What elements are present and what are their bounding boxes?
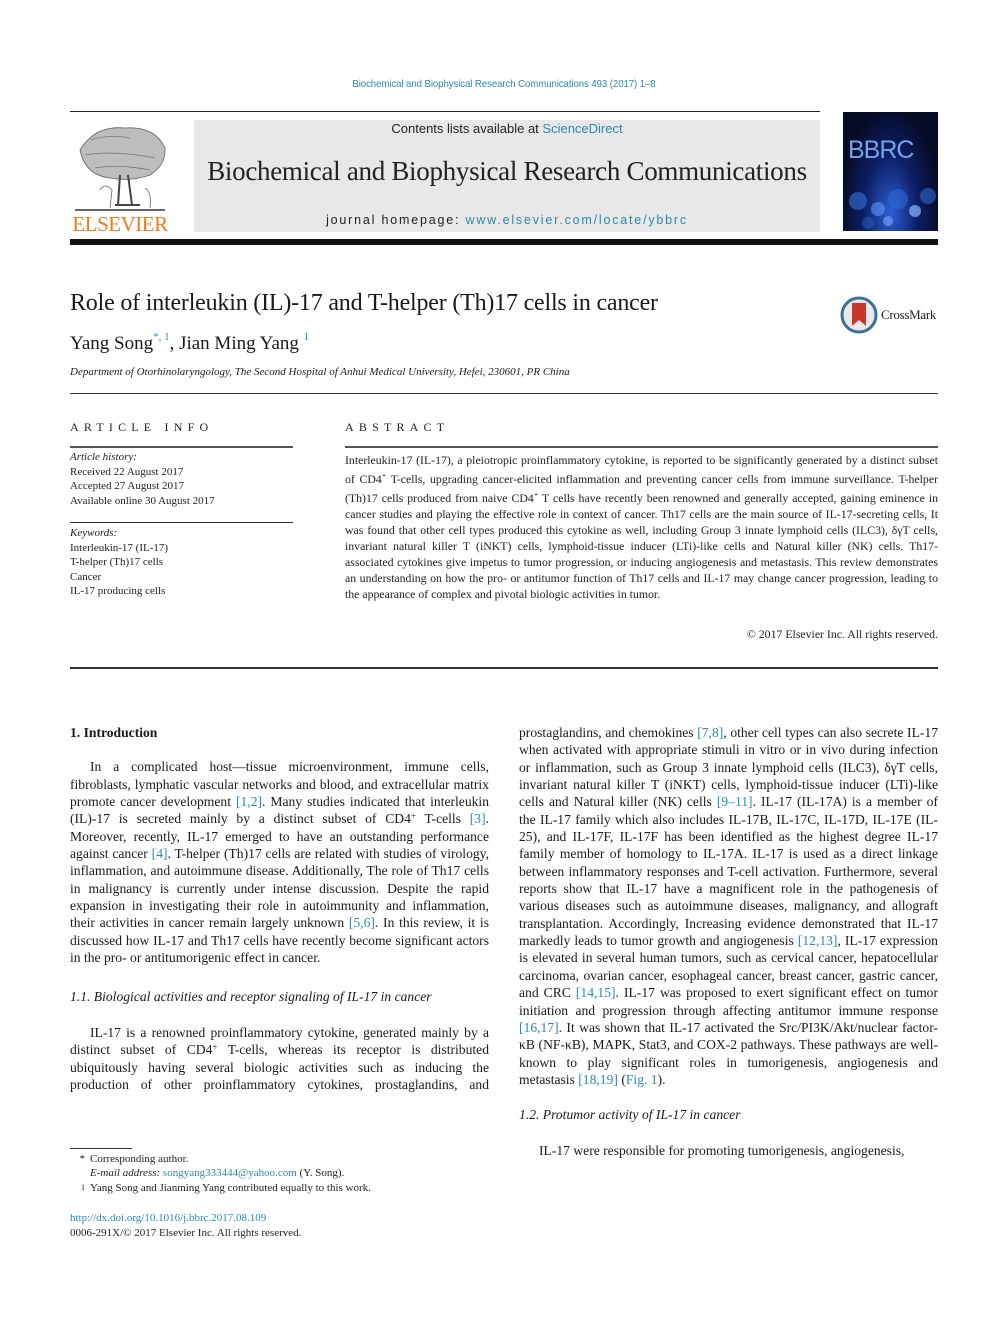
figure-link[interactable]: Fig. 1: [626, 1072, 658, 1087]
body-right-column: prostaglandins, and chemokines [7,8], ot…: [519, 724, 938, 1159]
author-name: Jian Ming Yang: [179, 333, 299, 354]
keywords: Keywords: Interleukin-17 (IL-17) T-helpe…: [70, 526, 293, 599]
abstract-rule: [345, 446, 938, 448]
footnote-mark: 1: [70, 1181, 90, 1199]
abstract-text: Interleukin-17 (IL-17), a pleiotropic pr…: [345, 452, 938, 602]
history-item: Available online 30 August 2017: [70, 494, 215, 507]
journal-cover-image[interactable]: BBRC: [843, 112, 938, 231]
author-marks[interactable]: 1: [304, 331, 310, 343]
journal-homepage-link[interactable]: www.elsevier.com/locate/ybbrc: [466, 213, 688, 227]
cover-title: BBRC: [848, 136, 914, 164]
text: ).: [657, 1071, 666, 1087]
homepage-prefix: journal homepage:: [326, 213, 466, 227]
journal-title: Biochemical and Biophysical Research Com…: [207, 156, 807, 186]
affiliation: Department of Otorhinolaryngology, The S…: [70, 366, 570, 378]
footnote-corresponding: * Corresponding author.: [70, 1152, 500, 1166]
citation-link[interactable]: [7,8]: [697, 725, 723, 740]
text: . IL-17 (IL-17A) is a member of the IL-1…: [519, 794, 938, 949]
abstract-text-part: T cells have recently been renowned and …: [345, 490, 938, 601]
email-suffix: (Y. Song).: [296, 1167, 345, 1180]
citation-link[interactable]: [9–11]: [717, 794, 753, 809]
contents-prefix: Contents lists available at: [391, 121, 543, 136]
superscript: +: [410, 811, 416, 822]
citation-link[interactable]: [12,13]: [798, 933, 838, 948]
section-heading: 1. Introduction: [70, 725, 158, 740]
keyword: Interleukin-17 (IL-17): [70, 541, 169, 554]
citation-link[interactable]: [3]: [470, 811, 486, 826]
citation-link[interactable]: [16,17]: [519, 1020, 559, 1035]
keywords-rule: [70, 522, 293, 523]
title-rule: [70, 393, 938, 394]
article-title: Role of interleukin (IL)-17 and T-helper…: [70, 290, 658, 316]
footnote-indent: [70, 1166, 90, 1180]
keyword: IL-17 producing cells: [70, 585, 166, 597]
elsevier-wordmark[interactable]: ELSEVIER: [70, 212, 170, 237]
footnote-text: Yang Song and Jianming Yang contributed …: [90, 1181, 371, 1194]
superscript: +: [212, 1042, 218, 1053]
crossmark-label: CrossMark: [881, 307, 937, 322]
subsection-heading: 1.2. Protumor activity of IL-17 in cance…: [519, 1107, 741, 1123]
keyword: T-helper (Th)17 cells: [70, 556, 164, 568]
crossmark-icon: [840, 296, 878, 334]
history-label: Article history:: [70, 451, 137, 463]
history-item: Received 22 August 2017: [70, 465, 184, 478]
journal-masthead: Contents lists available at ScienceDirec…: [194, 120, 820, 232]
email-link[interactable]: songyang333444@yahoo.com: [163, 1167, 297, 1179]
citation-link[interactable]: [1,2]: [236, 794, 262, 809]
homepage-line: journal homepage: www.elsevier.com/locat…: [194, 213, 820, 227]
history-item: Accepted 27 August 2017: [70, 480, 184, 492]
footnote-number: 1: [81, 1182, 85, 1192]
subsection-heading: 1.1. Biological activities and receptor …: [70, 989, 432, 1005]
footnotes: * Corresponding author. E-mail address: …: [70, 1152, 500, 1199]
abstract-heading: ABSTRACT: [345, 420, 450, 434]
crossmark-badge[interactable]: CrossMark: [840, 296, 936, 334]
footnote-mark: *: [79, 1153, 86, 1165]
author-name: Yang Song: [70, 333, 154, 354]
citation-link[interactable]: [5,6]: [349, 915, 375, 930]
citation-link[interactable]: [18,19]: [578, 1072, 618, 1087]
issn-copyright: 0006-291X/© 2017 Elsevier Inc. All right…: [70, 1226, 302, 1239]
sciencedirect-link[interactable]: ScienceDirect: [542, 121, 622, 136]
bio-paragraph-continued: prostaglandins, and chemokines [7,8], ot…: [519, 725, 939, 1087]
body-separator-rule: [70, 667, 938, 669]
body-left-column: 1. Introduction In a complicated host—ti…: [70, 724, 489, 1094]
doi-link[interactable]: http://dx.doi.org/10.1016/j.bbrc.2017.08…: [70, 1212, 266, 1224]
footnote-text: Corresponding author.: [90, 1153, 189, 1165]
footnote-rule: [70, 1148, 132, 1149]
text: T-cells: [415, 811, 470, 827]
citation-link[interactable]: [4]: [152, 846, 168, 861]
top-rule: [70, 111, 820, 112]
keywords-label: Keywords:: [70, 527, 118, 539]
protumor-paragraph: IL-17 were responsible for promoting tum…: [539, 1142, 905, 1158]
author-marks[interactable]: *, 1: [153, 331, 170, 343]
email-label: E-mail address:: [90, 1167, 163, 1180]
text: (: [617, 1071, 626, 1087]
author-list: Yang Song*, 1, Jian Ming Yang 1: [70, 331, 310, 355]
abstract-copyright: © 2017 Elsevier Inc. All rights reserved…: [746, 627, 938, 641]
doi-block: http://dx.doi.org/10.1016/j.bbrc.2017.08…: [70, 1211, 301, 1240]
cover-bokeh-decoration: [849, 188, 936, 229]
intro-paragraph: In a complicated host—tissue microenviro…: [70, 758, 489, 966]
author-separator: ,: [169, 333, 180, 354]
keyword: Cancer: [70, 570, 102, 583]
running-head[interactable]: Biochemical and Biophysical Research Com…: [40, 78, 967, 90]
footnote-equal-contribution: 1 Yang Song and Jianming Yang contribute…: [70, 1181, 500, 1199]
footnote-email: E-mail address: songyang333444@yahoo.com…: [70, 1166, 500, 1180]
article-info-heading: ARTICLE INFO: [70, 420, 214, 434]
article-info-rule: [70, 446, 293, 448]
bio-paragraph: IL-17 is a renowned proinflammatory cyto…: [70, 1024, 489, 1094]
citation-link[interactable]: [14,15]: [576, 985, 616, 1000]
masthead-rule: [70, 239, 938, 245]
article-history: Article history: Received 22 August 2017…: [70, 450, 293, 508]
contents-line: Contents lists available at ScienceDirec…: [194, 121, 820, 136]
